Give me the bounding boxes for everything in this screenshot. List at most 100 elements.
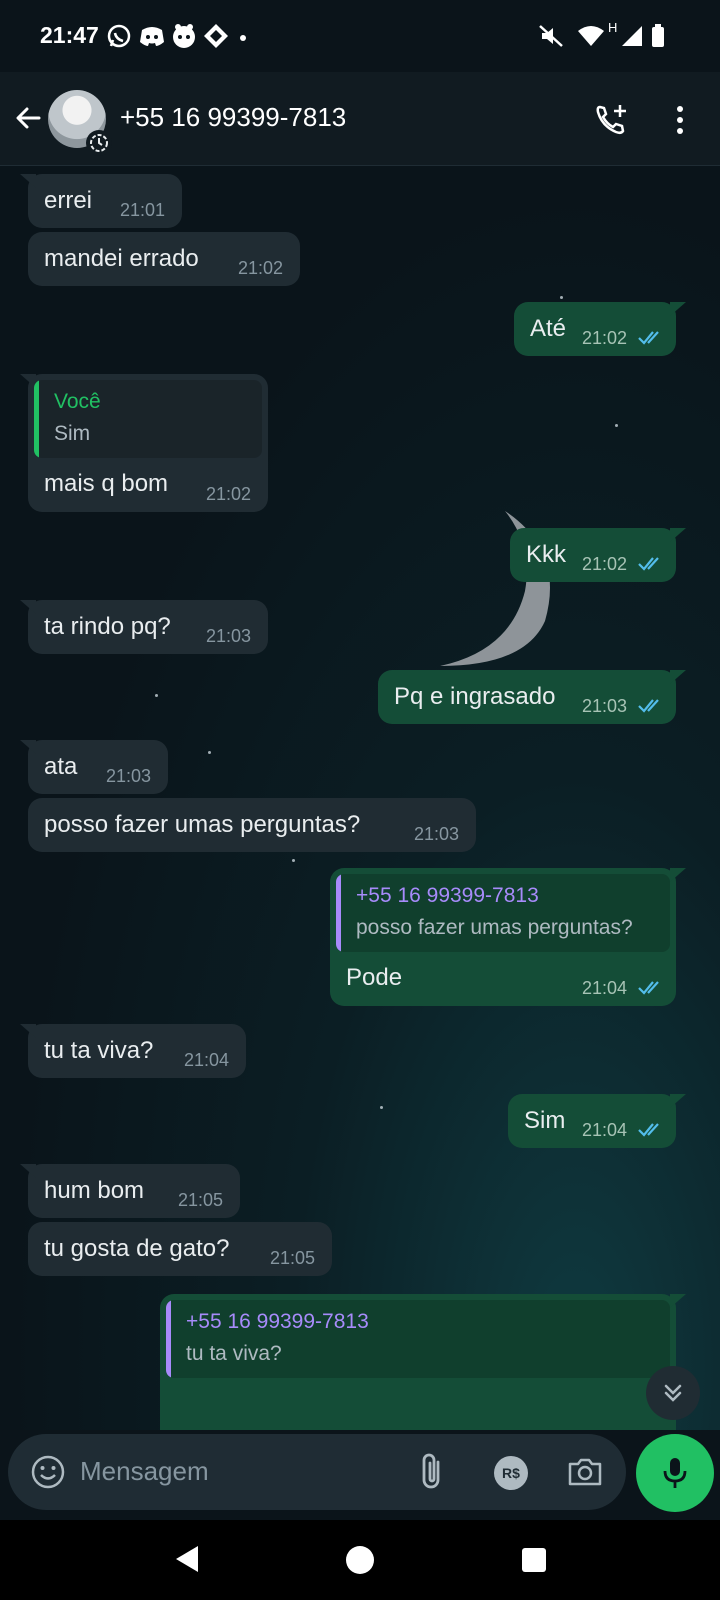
message-time: 21:04 xyxy=(582,978,628,998)
message-incoming[interactable]: posso fazer umas perguntas? 21:03 xyxy=(28,798,476,852)
read-ticks-icon xyxy=(638,981,659,995)
message-time: 21:03 xyxy=(106,766,152,786)
attach-icon[interactable] xyxy=(414,1452,450,1492)
message-time: 21:03 xyxy=(206,626,252,646)
message-text: ta rindo pq? xyxy=(44,613,171,640)
message-input[interactable]: Mensagem R$ xyxy=(8,1434,626,1510)
quote-text: posso fazer umas perguntas? xyxy=(356,916,633,939)
discord-icon xyxy=(140,27,164,46)
back-button[interactable] xyxy=(8,96,48,140)
message-incoming[interactable]: ta rindo pq? 21:03 xyxy=(20,600,268,654)
system-navigation-bar xyxy=(0,1520,720,1600)
message-incoming-reply[interactable]: Você Sim mais q bom 21:02 xyxy=(20,374,268,512)
camera-icon[interactable] xyxy=(566,1454,604,1490)
background-star xyxy=(615,424,618,427)
message-incoming[interactable]: tu ta viva? 21:04 xyxy=(20,1024,246,1078)
message-time: 21:05 xyxy=(270,1248,316,1268)
message-incoming[interactable]: tu gosta de gato? 21:05 xyxy=(28,1222,332,1276)
message-text: ata xyxy=(44,753,78,780)
bubble-tail xyxy=(670,1294,686,1308)
message-time: 21:02 xyxy=(206,484,252,504)
message-text: Sim xyxy=(524,1107,566,1134)
bubble-tail xyxy=(20,1024,36,1038)
add-call-icon xyxy=(596,105,626,135)
message-incoming[interactable]: ata 21:03 xyxy=(20,740,168,794)
quote-author: +55 16 99399-7813 xyxy=(186,1310,369,1333)
compose-bar: Mensagem R$ xyxy=(0,1430,720,1520)
status-clock-icon xyxy=(90,134,108,152)
quote-text: tu ta viva? xyxy=(186,1342,282,1365)
back-arrow-icon xyxy=(16,107,41,129)
quote-text: Sim xyxy=(54,422,91,445)
more-options-button[interactable] xyxy=(660,98,700,142)
quoted-message[interactable]: +55 16 99399-7813 tu ta viva? xyxy=(166,1300,670,1378)
read-ticks-icon xyxy=(638,699,659,713)
quote-bar xyxy=(166,1300,171,1378)
message-incoming[interactable]: errei 21:01 xyxy=(20,174,182,228)
message-time: 21:04 xyxy=(582,1120,628,1140)
background-star xyxy=(560,296,563,299)
microphone-icon xyxy=(663,1458,687,1488)
mute-icon xyxy=(539,25,563,47)
face-app-icon xyxy=(173,24,195,48)
read-ticks-icon xyxy=(638,1123,659,1137)
status-time: 21:47 xyxy=(40,22,99,48)
nav-back-icon[interactable] xyxy=(174,1544,200,1574)
bubble-tail xyxy=(670,670,686,684)
emoji-icon[interactable] xyxy=(30,1454,66,1490)
quote-bar xyxy=(336,874,341,952)
quoted-message[interactable]: +55 16 99399-7813 posso fazer umas pergu… xyxy=(336,874,670,952)
chat-area[interactable]: errei 21:01 mandei errado 21:02 Até 21:0… xyxy=(0,166,720,1430)
message-time: 21:05 xyxy=(178,1190,224,1210)
voice-message-button[interactable] xyxy=(636,1434,714,1512)
message-text: errei xyxy=(44,187,93,214)
bubble-tail xyxy=(670,1094,686,1108)
message-incoming[interactable]: hum bom 21:05 xyxy=(20,1164,240,1218)
message-outgoing-reply[interactable]: +55 16 99399-7813 tu ta viva? xyxy=(160,1294,686,1430)
dot-icon xyxy=(240,35,246,41)
message-outgoing[interactable]: Pq e ingrasado 21:03 xyxy=(378,670,686,724)
nav-home-icon[interactable] xyxy=(346,1546,374,1574)
signal-icon xyxy=(622,26,642,46)
message-text: Até xyxy=(530,315,567,342)
message-text: posso fazer umas perguntas? xyxy=(44,811,361,838)
bubble-tail xyxy=(670,302,686,316)
quoted-message[interactable]: Você Sim xyxy=(34,380,262,458)
background-star xyxy=(208,751,211,754)
payment-button[interactable]: R$ xyxy=(494,1456,528,1490)
chat-header: +55 16 99399-7813 xyxy=(0,72,720,166)
status-ring xyxy=(86,130,112,156)
message-outgoing[interactable]: Até 21:02 xyxy=(514,302,686,356)
message-time: 21:03 xyxy=(582,696,628,716)
status-bar: 21:47 H xyxy=(0,0,720,72)
bubble-tail xyxy=(20,600,36,614)
battery-icon xyxy=(652,24,664,47)
wifi-icon xyxy=(578,26,604,46)
message-outgoing[interactable]: Kkk 21:02 xyxy=(510,528,686,582)
more-vert-icon xyxy=(677,106,683,134)
background-star xyxy=(380,1106,383,1109)
scroll-to-bottom-button[interactable] xyxy=(646,1366,700,1420)
quote-author: +55 16 99399-7813 xyxy=(356,884,539,907)
message-time: 21:03 xyxy=(414,824,460,844)
bubble-tail xyxy=(20,1164,36,1178)
nav-recents-icon[interactable] xyxy=(522,1548,546,1572)
message-time: 21:04 xyxy=(184,1050,230,1070)
bubble-tail xyxy=(670,868,686,882)
contact-name[interactable]: +55 16 99399-7813 xyxy=(120,102,346,133)
message-incoming[interactable]: mandei errado 21:02 xyxy=(28,232,300,286)
message-text: tu gosta de gato? xyxy=(44,1235,230,1262)
bubble-tail xyxy=(20,740,36,754)
message-outgoing[interactable]: Sim 21:04 xyxy=(508,1094,686,1148)
message-time: 21:02 xyxy=(238,258,284,278)
message-time: 21:02 xyxy=(582,328,628,348)
message-time: 21:01 xyxy=(120,200,166,220)
add-call-button[interactable] xyxy=(590,98,634,142)
background-star xyxy=(292,859,295,862)
message-text: Pode xyxy=(346,964,403,991)
message-outgoing-reply[interactable]: +55 16 99399-7813 posso fazer umas pergu… xyxy=(330,868,686,1006)
bubble-tail xyxy=(670,528,686,542)
message-text: tu ta viva? xyxy=(44,1037,154,1064)
message-text: mais q bom xyxy=(44,470,169,497)
message-time: 21:02 xyxy=(582,554,628,574)
